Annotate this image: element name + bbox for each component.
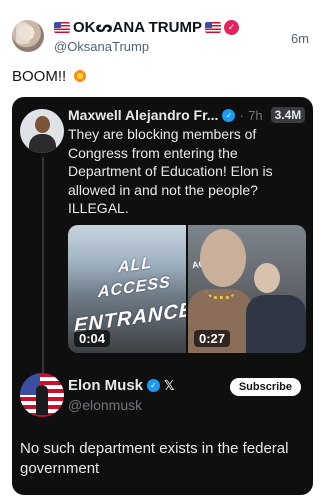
view-count-badge: 3.4M — [270, 107, 306, 123]
video-duration: 0:27 — [194, 330, 231, 347]
avatar-face — [35, 116, 50, 133]
quoted-post-text: They are blocking members of Congress fr… — [68, 126, 273, 216]
us-flag-icon — [54, 21, 70, 33]
verified-badge-icon: ✓ — [147, 379, 161, 392]
quoted-author-avatar[interactable] — [20, 109, 64, 153]
person-figure — [200, 229, 246, 287]
author-handle[interactable]: @OksanaTrump — [54, 39, 149, 54]
quoted-author-row: Maxwell Alejandro Fr... ✓ · 7h 3.4M — [68, 107, 306, 123]
quoted-post-time[interactable]: 7h — [248, 108, 262, 123]
video-thumbnail-people[interactable]: ACE 0:27 — [188, 225, 306, 353]
author-name-row[interactable]: OKᔕANA TRUMP ✓ — [54, 18, 239, 36]
sign-text-line: ALL — [118, 254, 153, 277]
person-figure — [246, 295, 306, 353]
author-avatar[interactable] — [12, 20, 44, 52]
reply-author-name[interactable]: Elon Musk — [68, 377, 143, 394]
post-text: BOOM!! — [12, 68, 88, 85]
separator-dot: · — [239, 107, 245, 123]
post-timestamp[interactable]: 6m — [291, 31, 309, 46]
video-duration: 0:04 — [74, 330, 111, 347]
us-flag-icon — [204, 21, 221, 33]
verified-badge-icon: ✓ — [223, 19, 239, 35]
reply-author-handle[interactable]: @elonmusk — [68, 397, 142, 413]
post-text-content: BOOM!! — [12, 68, 67, 85]
reply-author-avatar[interactable] — [20, 373, 64, 417]
reply-text: No such department exists in the federal… — [20, 440, 289, 477]
avatar-body — [29, 134, 56, 153]
subscribe-button[interactable]: Subscribe — [229, 378, 301, 396]
thread-connector-line — [42, 157, 44, 375]
sign-text-line: ACCESS — [98, 273, 171, 302]
person-figure — [254, 263, 280, 293]
quoted-author-name[interactable]: Maxwell Alejandro Fr... — [68, 107, 218, 123]
collision-icon — [73, 69, 88, 83]
author-display-name[interactable]: OKᔕANA TRUMP — [73, 18, 202, 36]
x-logo-icon: 𝕏 — [164, 377, 175, 393]
video-thumbnail-entrance[interactable]: ALL ACCESS ENTRANCE 0:04 — [68, 225, 186, 353]
post-header: OKᔕANA TRUMP ✓ @OksanaTrump 6m — [0, 0, 323, 66]
quoted-post-card[interactable]: Maxwell Alejandro Fr... ✓ · 7h 3.4M They… — [12, 97, 313, 495]
reply-author-row: Elon Musk ✓ 𝕏 — [68, 377, 175, 394]
verified-badge-icon: ✓ — [222, 108, 236, 122]
